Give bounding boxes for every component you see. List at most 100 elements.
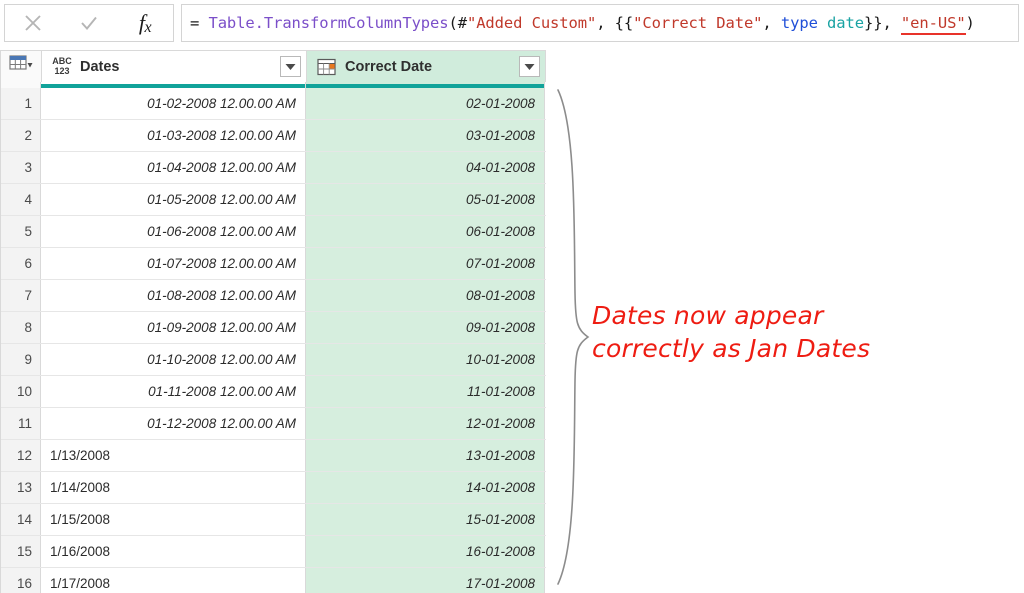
- formula-token: "Added Custom": [467, 14, 596, 32]
- filter-dropdown-icon: [524, 58, 535, 76]
- cell-correct-date[interactable]: 10-01-2008: [306, 344, 545, 375]
- column-header-correct-date[interactable]: Correct Date: [307, 51, 546, 82]
- cell-dates[interactable]: 1/13/2008: [41, 440, 306, 471]
- close-icon: [23, 13, 43, 33]
- table-row[interactable]: 901-10-2008 12.00.00 AM10-01-2008: [1, 344, 546, 376]
- cell-dates[interactable]: 01-11-2008 12.00.00 AM: [41, 376, 306, 407]
- cell-dates[interactable]: 01-07-2008 12.00.00 AM: [41, 248, 306, 279]
- cell-dates[interactable]: 01-03-2008 12.00.00 AM: [41, 120, 306, 151]
- cell-correct-date[interactable]: 12-01-2008: [306, 408, 545, 439]
- row-number[interactable]: 16: [1, 568, 41, 593]
- type-icon-line-top: ABC: [52, 56, 72, 66]
- cell-correct-date[interactable]: 05-01-2008: [306, 184, 545, 215]
- cell-dates[interactable]: 01-09-2008 12.00.00 AM: [41, 312, 306, 343]
- formula-token: "Correct Date": [633, 14, 762, 32]
- select-all-columns-button[interactable]: [1, 51, 42, 82]
- formula-token: =: [190, 14, 208, 32]
- cell-dates[interactable]: 1/17/2008: [41, 568, 306, 593]
- cell-dates[interactable]: 01-10-2008 12.00.00 AM: [41, 344, 306, 375]
- cell-dates[interactable]: 01-02-2008 12.00.00 AM: [41, 88, 306, 119]
- table-row[interactable]: 501-06-2008 12.00.00 AM06-01-2008: [1, 216, 546, 248]
- cell-dates[interactable]: 1/16/2008: [41, 536, 306, 567]
- fx-insert-function-button[interactable]: fx: [122, 5, 168, 41]
- row-number[interactable]: 12: [1, 440, 41, 471]
- cell-correct-date[interactable]: 04-01-2008: [306, 152, 545, 183]
- cell-dates[interactable]: 01-12-2008 12.00.00 AM: [41, 408, 306, 439]
- cell-dates[interactable]: 01-05-2008 12.00.00 AM: [41, 184, 306, 215]
- cancel-formula-button[interactable]: [10, 5, 56, 41]
- table-row[interactable]: 601-07-2008 12.00.00 AM07-01-2008: [1, 248, 546, 280]
- formula-token: date: [827, 14, 864, 32]
- row-number[interactable]: 4: [1, 184, 41, 215]
- cell-correct-date[interactable]: 09-01-2008: [306, 312, 545, 343]
- curly-brace-marker: [546, 88, 596, 586]
- row-number[interactable]: 15: [1, 536, 41, 567]
- formula-token: "en-US": [901, 14, 966, 35]
- row-number[interactable]: 10: [1, 376, 41, 407]
- cell-correct-date[interactable]: 15-01-2008: [306, 504, 545, 535]
- table-row[interactable]: 201-03-2008 12.00.00 AM03-01-2008: [1, 120, 546, 152]
- cell-correct-date[interactable]: 13-01-2008: [306, 440, 545, 471]
- formula-input[interactable]: = Table.TransformColumnTypes(#"Added Cus…: [181, 4, 1019, 42]
- cell-correct-date[interactable]: 16-01-2008: [306, 536, 545, 567]
- table-row[interactable]: 131/14/200814-01-2008: [1, 472, 546, 504]
- cell-dates[interactable]: 01-08-2008 12.00.00 AM: [41, 280, 306, 311]
- checkmark-icon: [79, 13, 99, 33]
- cell-correct-date[interactable]: 02-01-2008: [306, 88, 545, 119]
- row-number[interactable]: 6: [1, 248, 41, 279]
- table-select-icon: [9, 55, 33, 78]
- table-row[interactable]: 101-02-2008 12.00.00 AM02-01-2008: [1, 88, 546, 120]
- annotation-line-2: correctly as Jan Dates: [592, 333, 992, 366]
- cell-dates[interactable]: 1/14/2008: [41, 472, 306, 503]
- column-filter-button-dates[interactable]: [280, 56, 301, 77]
- cell-correct-date[interactable]: 03-01-2008: [306, 120, 545, 151]
- cell-dates[interactable]: 01-04-2008 12.00.00 AM: [41, 152, 306, 183]
- row-number[interactable]: 14: [1, 504, 41, 535]
- row-number[interactable]: 1: [1, 88, 41, 119]
- cell-correct-date[interactable]: 14-01-2008: [306, 472, 545, 503]
- column-header-label-correct-date: Correct Date: [345, 59, 519, 75]
- cell-correct-date[interactable]: 11-01-2008: [306, 376, 545, 407]
- row-number[interactable]: 11: [1, 408, 41, 439]
- cell-correct-date[interactable]: 07-01-2008: [306, 248, 545, 279]
- table-row[interactable]: 301-04-2008 12.00.00 AM04-01-2008: [1, 152, 546, 184]
- formula-token: }},: [864, 14, 901, 32]
- formula-token: (#: [449, 14, 467, 32]
- formula-bar-buttons: fx: [4, 4, 174, 42]
- table-row[interactable]: 151/16/200816-01-2008: [1, 536, 546, 568]
- column-header-label-dates: Dates: [80, 59, 280, 75]
- fx-icon: fx: [139, 10, 151, 37]
- calendar-date-icon: [315, 56, 339, 78]
- row-number[interactable]: 2: [1, 120, 41, 151]
- row-number[interactable]: 13: [1, 472, 41, 503]
- column-header-dates[interactable]: ABC 123 Dates: [42, 51, 307, 82]
- cell-correct-date[interactable]: 06-01-2008: [306, 216, 545, 247]
- row-number[interactable]: 9: [1, 344, 41, 375]
- formula-token: type: [781, 14, 818, 32]
- row-number[interactable]: 8: [1, 312, 41, 343]
- formula-bar: fx = Table.TransformColumnTypes(#"Added …: [0, 0, 1024, 47]
- formula-token: ): [966, 14, 975, 32]
- table-row[interactable]: 801-09-2008 12.00.00 AM09-01-2008: [1, 312, 546, 344]
- cell-dates[interactable]: 1/15/2008: [41, 504, 306, 535]
- row-number[interactable]: 5: [1, 216, 41, 247]
- table-row[interactable]: 141/15/200815-01-2008: [1, 504, 546, 536]
- cell-correct-date[interactable]: 17-01-2008: [306, 568, 545, 593]
- filter-dropdown-icon: [285, 58, 296, 76]
- table-row[interactable]: 121/13/200813-01-2008: [1, 440, 546, 472]
- cell-dates[interactable]: 01-06-2008 12.00.00 AM: [41, 216, 306, 247]
- column-filter-button-correct-date[interactable]: [519, 56, 540, 77]
- annotation-text: Dates now appear correctly as Jan Dates: [592, 300, 992, 365]
- table-row[interactable]: 1101-12-2008 12.00.00 AM12-01-2008: [1, 408, 546, 440]
- row-number[interactable]: 7: [1, 280, 41, 311]
- cell-correct-date[interactable]: 08-01-2008: [306, 280, 545, 311]
- annotation-line-1: Dates now appear: [592, 300, 992, 333]
- data-preview-grid: ABC 123 Dates: [0, 50, 546, 593]
- table-row[interactable]: 401-05-2008 12.00.00 AM05-01-2008: [1, 184, 546, 216]
- table-row[interactable]: 701-08-2008 12.00.00 AM08-01-2008: [1, 280, 546, 312]
- accept-formula-button[interactable]: [66, 5, 112, 41]
- table-row[interactable]: 1001-11-2008 12.00.00 AM11-01-2008: [1, 376, 546, 408]
- grid-rows-container: 101-02-2008 12.00.00 AM02-01-2008201-03-…: [1, 88, 546, 593]
- table-row[interactable]: 161/17/200817-01-2008: [1, 568, 546, 593]
- row-number[interactable]: 3: [1, 152, 41, 183]
